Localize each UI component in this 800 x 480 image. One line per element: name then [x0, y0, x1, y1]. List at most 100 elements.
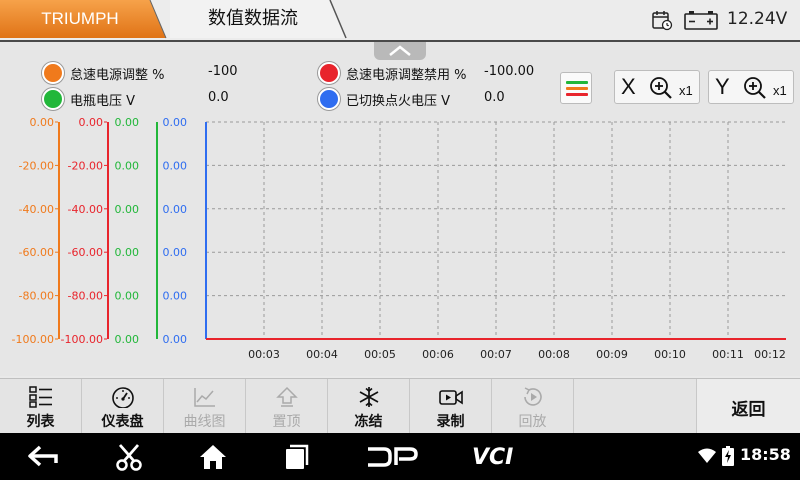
y-tick-label: 0.00	[163, 290, 188, 303]
list-label: 列表	[26, 414, 55, 430]
y-tick-label: 0.00	[163, 159, 188, 172]
calendar-icon	[652, 11, 673, 31]
list-button[interactable]: 列表	[0, 379, 82, 434]
legend-label: 怠速电源调整禁用 %	[346, 68, 467, 83]
vci-logo-text: VCI	[472, 445, 513, 468]
playback-button[interactable]: 回放	[492, 379, 574, 434]
playback-label: 回放	[518, 414, 547, 430]
legend-color-dot	[318, 88, 340, 110]
y-tick-label: 0.00	[30, 118, 55, 129]
x-tick-label: 00:10	[654, 348, 686, 361]
line-graph-icon	[194, 388, 215, 407]
legend-item[interactable]: 电瓶电压 V 0.0	[42, 88, 282, 110]
y-tick-label: -80.00	[19, 290, 54, 303]
y-tick-label: 0.00	[115, 118, 140, 129]
legend-item[interactable]: 怠速电源调整 % -100	[42, 62, 282, 84]
legend-value: 0.0	[484, 90, 505, 105]
dashboard-button[interactable]: 仪表盘	[82, 379, 164, 434]
x-tick-label: 00:12	[754, 348, 786, 361]
series-menu-button[interactable]	[560, 72, 592, 104]
y-tick-label: 0.00	[115, 246, 140, 259]
legend-item[interactable]: 已切换点火电压 V 0.0	[318, 88, 558, 110]
back-arrow-icon[interactable]	[26, 443, 60, 469]
x-tick-label: 00:05	[364, 348, 396, 361]
brand-tab: TRIUMPH	[0, 0, 170, 40]
battery-voltage: 12.24V	[727, 9, 788, 29]
wifi-icon	[698, 448, 716, 463]
legend-color-dot	[318, 62, 340, 84]
y-tick-label: 0.00	[115, 203, 140, 216]
y-tick-label: -20.00	[19, 159, 54, 172]
android-nav-bar: DP VCI 18:58	[0, 433, 800, 480]
graph-button[interactable]: 曲线图	[164, 379, 246, 434]
menu-line	[566, 93, 588, 96]
menu-line	[566, 87, 588, 90]
legend-value: -100	[208, 64, 238, 79]
playback-icon	[524, 387, 542, 406]
collapse-button[interactable]	[374, 42, 426, 60]
x-tick-label: 00:09	[596, 348, 628, 361]
video-record-icon	[439, 390, 463, 405]
x-tick-label: 00:07	[480, 348, 512, 361]
back-label: 返回	[731, 400, 766, 420]
y-tick-label: -80.00	[68, 290, 103, 303]
legend-value: -100.00	[484, 64, 535, 79]
pin-top-icon	[276, 386, 298, 407]
gauge-icon	[112, 387, 134, 408]
x-tick-label: 00:08	[538, 348, 570, 361]
zoom-in-icon	[650, 77, 672, 99]
record-button[interactable]: 录制	[410, 379, 492, 434]
pin-top-label: 置顶	[272, 414, 301, 430]
zoom-in-icon	[744, 77, 766, 99]
battery-icon	[684, 11, 718, 30]
zoom-axis-label: X	[621, 74, 636, 99]
y-tick-label: 0.00	[163, 203, 188, 216]
x-tick-label: 00:04	[306, 348, 338, 361]
brand-label: TRIUMPH	[41, 9, 119, 28]
home-icon[interactable]	[198, 443, 228, 471]
y-tick-label: -100.00	[61, 333, 103, 346]
y-tick-label: -60.00	[68, 246, 103, 259]
legend-label: 怠速电源调整 %	[70, 68, 165, 83]
y-tick-label: 0.00	[163, 333, 188, 346]
y-tick-label: 0.00	[163, 246, 188, 259]
app-window: TRIUMPH 数值数据流 12.24V 怠速电源调整 % -100 怠速电源调…	[0, 0, 800, 480]
legend-label: 电瓶电压 V	[70, 94, 136, 109]
y-tick-label: -20.00	[68, 159, 103, 172]
data-stream-panel: 怠速电源调整 % -100 怠速电源调整禁用 % -100.00 电瓶电压 V …	[0, 40, 800, 376]
freeze-button[interactable]: 冻结	[328, 379, 410, 434]
x-tick-label: 00:11	[712, 348, 744, 361]
x-zoom-button[interactable]: X x1	[614, 70, 700, 104]
legend-color-dot	[42, 62, 64, 84]
y-tick-label: 0.00	[115, 159, 140, 172]
menu-line	[566, 81, 588, 84]
y-tick-label: 0.00	[79, 118, 104, 129]
freeze-label: 冻结	[354, 414, 383, 430]
legend-color-dot	[42, 88, 64, 110]
y-tick-label: 0.00	[115, 333, 140, 346]
pin-top-button[interactable]: 置顶	[246, 379, 328, 434]
x-tick-label: 00:06	[422, 348, 454, 361]
header-bar: TRIUMPH 数值数据流 12.24V	[0, 0, 800, 40]
recent-apps-icon[interactable]	[284, 443, 310, 471]
y-zoom-button[interactable]: Y x1	[708, 70, 794, 104]
battery-charging-icon	[722, 446, 734, 466]
legend-item[interactable]: 怠速电源调整禁用 % -100.00	[318, 62, 558, 84]
snowflake-icon	[359, 387, 379, 407]
y-tick-label: -40.00	[68, 203, 103, 216]
back-button[interactable]: 返回	[696, 379, 800, 434]
list-icon	[29, 386, 52, 408]
scissors-icon[interactable]	[114, 443, 144, 471]
record-label: 录制	[436, 414, 465, 430]
y-tick-label: -100.00	[12, 333, 54, 346]
legend-value: 0.0	[208, 90, 229, 105]
dashboard-label: 仪表盘	[101, 414, 144, 430]
zoom-factor: x1	[773, 83, 787, 98]
y-tick-label: 0.00	[115, 290, 140, 303]
vci-logo: VCI	[472, 445, 513, 468]
page-title: 数值数据流	[208, 8, 298, 29]
graph-label: 曲线图	[183, 414, 226, 430]
dp-logo: DP	[368, 447, 418, 467]
line-chart: 0.00-20.00-40.00-60.00-80.00-100.000.00-…	[12, 118, 786, 361]
y-tick-label: -60.00	[19, 246, 54, 259]
